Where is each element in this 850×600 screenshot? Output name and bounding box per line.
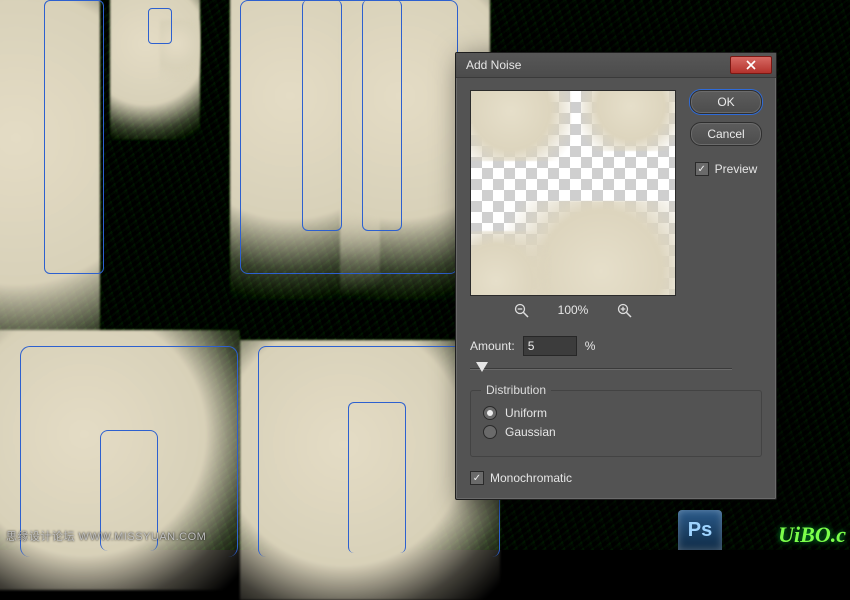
amount-label: Amount: xyxy=(470,339,515,353)
preview-label: Preview xyxy=(715,162,758,176)
zoom-out-icon[interactable] xyxy=(514,302,530,318)
amount-slider[interactable] xyxy=(470,360,732,376)
ok-button[interactable]: OK xyxy=(690,90,762,114)
checkbox-icon: ✓ xyxy=(695,162,709,176)
zoom-in-icon[interactable] xyxy=(616,302,632,318)
radio-icon xyxy=(483,425,497,439)
zoom-level: 100% xyxy=(558,303,589,317)
cancel-label: Cancel xyxy=(707,127,744,141)
distribution-title: Distribution xyxy=(481,383,551,397)
radio-uniform[interactable]: Uniform xyxy=(483,406,749,420)
dialog-titlebar[interactable]: Add Noise xyxy=(456,53,776,78)
ps-logo: Ps xyxy=(678,510,722,550)
amount-value: 5 xyxy=(528,339,535,353)
monochromatic-toggle[interactable]: ✓ Monochromatic xyxy=(470,471,762,485)
amount-unit: % xyxy=(585,339,596,353)
add-noise-dialog: Add Noise 100% xyxy=(455,52,777,500)
ok-label: OK xyxy=(717,95,734,109)
preview-thumbnail[interactable] xyxy=(470,90,676,296)
watermark-left: 思缘设计论坛 WWW.MISSYUAN.COM xyxy=(6,528,206,544)
cancel-button[interactable]: Cancel xyxy=(690,122,762,146)
gaussian-label: Gaussian xyxy=(505,425,556,439)
monochromatic-label: Monochromatic xyxy=(490,471,572,485)
close-button[interactable] xyxy=(730,56,772,74)
dialog-title: Add Noise xyxy=(466,58,521,72)
close-icon xyxy=(746,60,756,70)
watermark-right: UiBO.c xyxy=(778,522,846,548)
radio-gaussian[interactable]: Gaussian xyxy=(483,425,749,439)
checkbox-icon: ✓ xyxy=(470,471,484,485)
uniform-label: Uniform xyxy=(505,406,547,420)
slider-thumb[interactable] xyxy=(476,362,488,372)
preview-toggle[interactable]: ✓ Preview xyxy=(695,162,758,176)
distribution-group: Distribution Uniform Gaussian xyxy=(470,390,762,457)
slider-track xyxy=(470,368,732,370)
amount-input[interactable]: 5 xyxy=(523,336,577,356)
radio-icon xyxy=(483,406,497,420)
